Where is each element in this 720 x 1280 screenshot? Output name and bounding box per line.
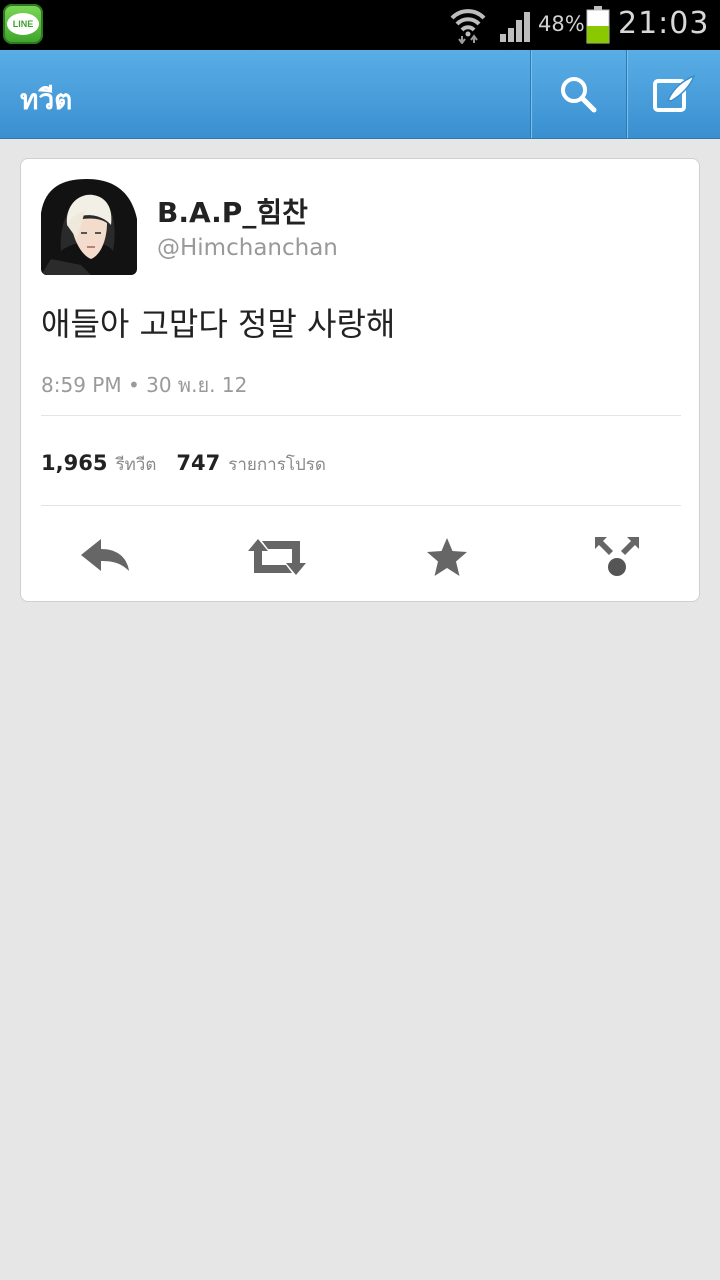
share-icon	[595, 537, 639, 576]
divider	[41, 505, 681, 506]
battery-icon	[586, 6, 610, 44]
tweet-actions	[21, 521, 699, 591]
tweet-card: B.A.P_힘찬 @Himchanchan 애들아 고맙다 정말 사랑해 8:5…	[20, 158, 700, 602]
reply-button[interactable]	[73, 531, 137, 583]
favorite-count[interactable]: 747	[176, 451, 220, 475]
wifi-icon	[450, 9, 486, 44]
display-name[interactable]: B.A.P_힘찬	[157, 191, 308, 231]
status-bar: LINE 48% 21:03	[0, 0, 720, 50]
user-handle[interactable]: @Himchanchan	[157, 235, 338, 261]
compose-button[interactable]	[626, 50, 720, 138]
avatar-image	[41, 179, 137, 275]
retweet-button[interactable]	[245, 531, 309, 583]
avatar[interactable]	[41, 179, 137, 275]
retweet-label[interactable]: รีทวีต	[115, 451, 156, 478]
search-button[interactable]	[530, 50, 625, 138]
compose-icon	[653, 74, 696, 112]
share-button[interactable]	[585, 531, 649, 583]
reply-icon	[81, 539, 129, 571]
star-icon	[427, 538, 467, 576]
retweet-count[interactable]: 1,965	[41, 451, 107, 475]
favorite-label[interactable]: รายการโปรด	[228, 451, 326, 478]
tweet-text: 애들아 고맙다 정말 사랑해	[41, 305, 396, 343]
action-bar: ทวีต	[0, 50, 720, 139]
battery-percent: 48%	[538, 12, 585, 36]
line-app-label: LINE	[7, 13, 39, 35]
line-app-icon: LINE	[3, 4, 43, 44]
tweet-timestamp: 8:59 PM • 30 พ.ย. 12	[41, 373, 248, 397]
clock: 21:03	[618, 6, 710, 41]
cell-signal-icon	[500, 12, 530, 42]
page-title: ทวีต	[20, 83, 73, 116]
tweet-stats: 1,965 รีทวีต 747 รายการโปรด	[41, 451, 346, 478]
favorite-button[interactable]	[415, 531, 479, 583]
search-icon	[561, 77, 597, 113]
retweet-icon	[248, 539, 306, 575]
divider	[41, 415, 681, 416]
